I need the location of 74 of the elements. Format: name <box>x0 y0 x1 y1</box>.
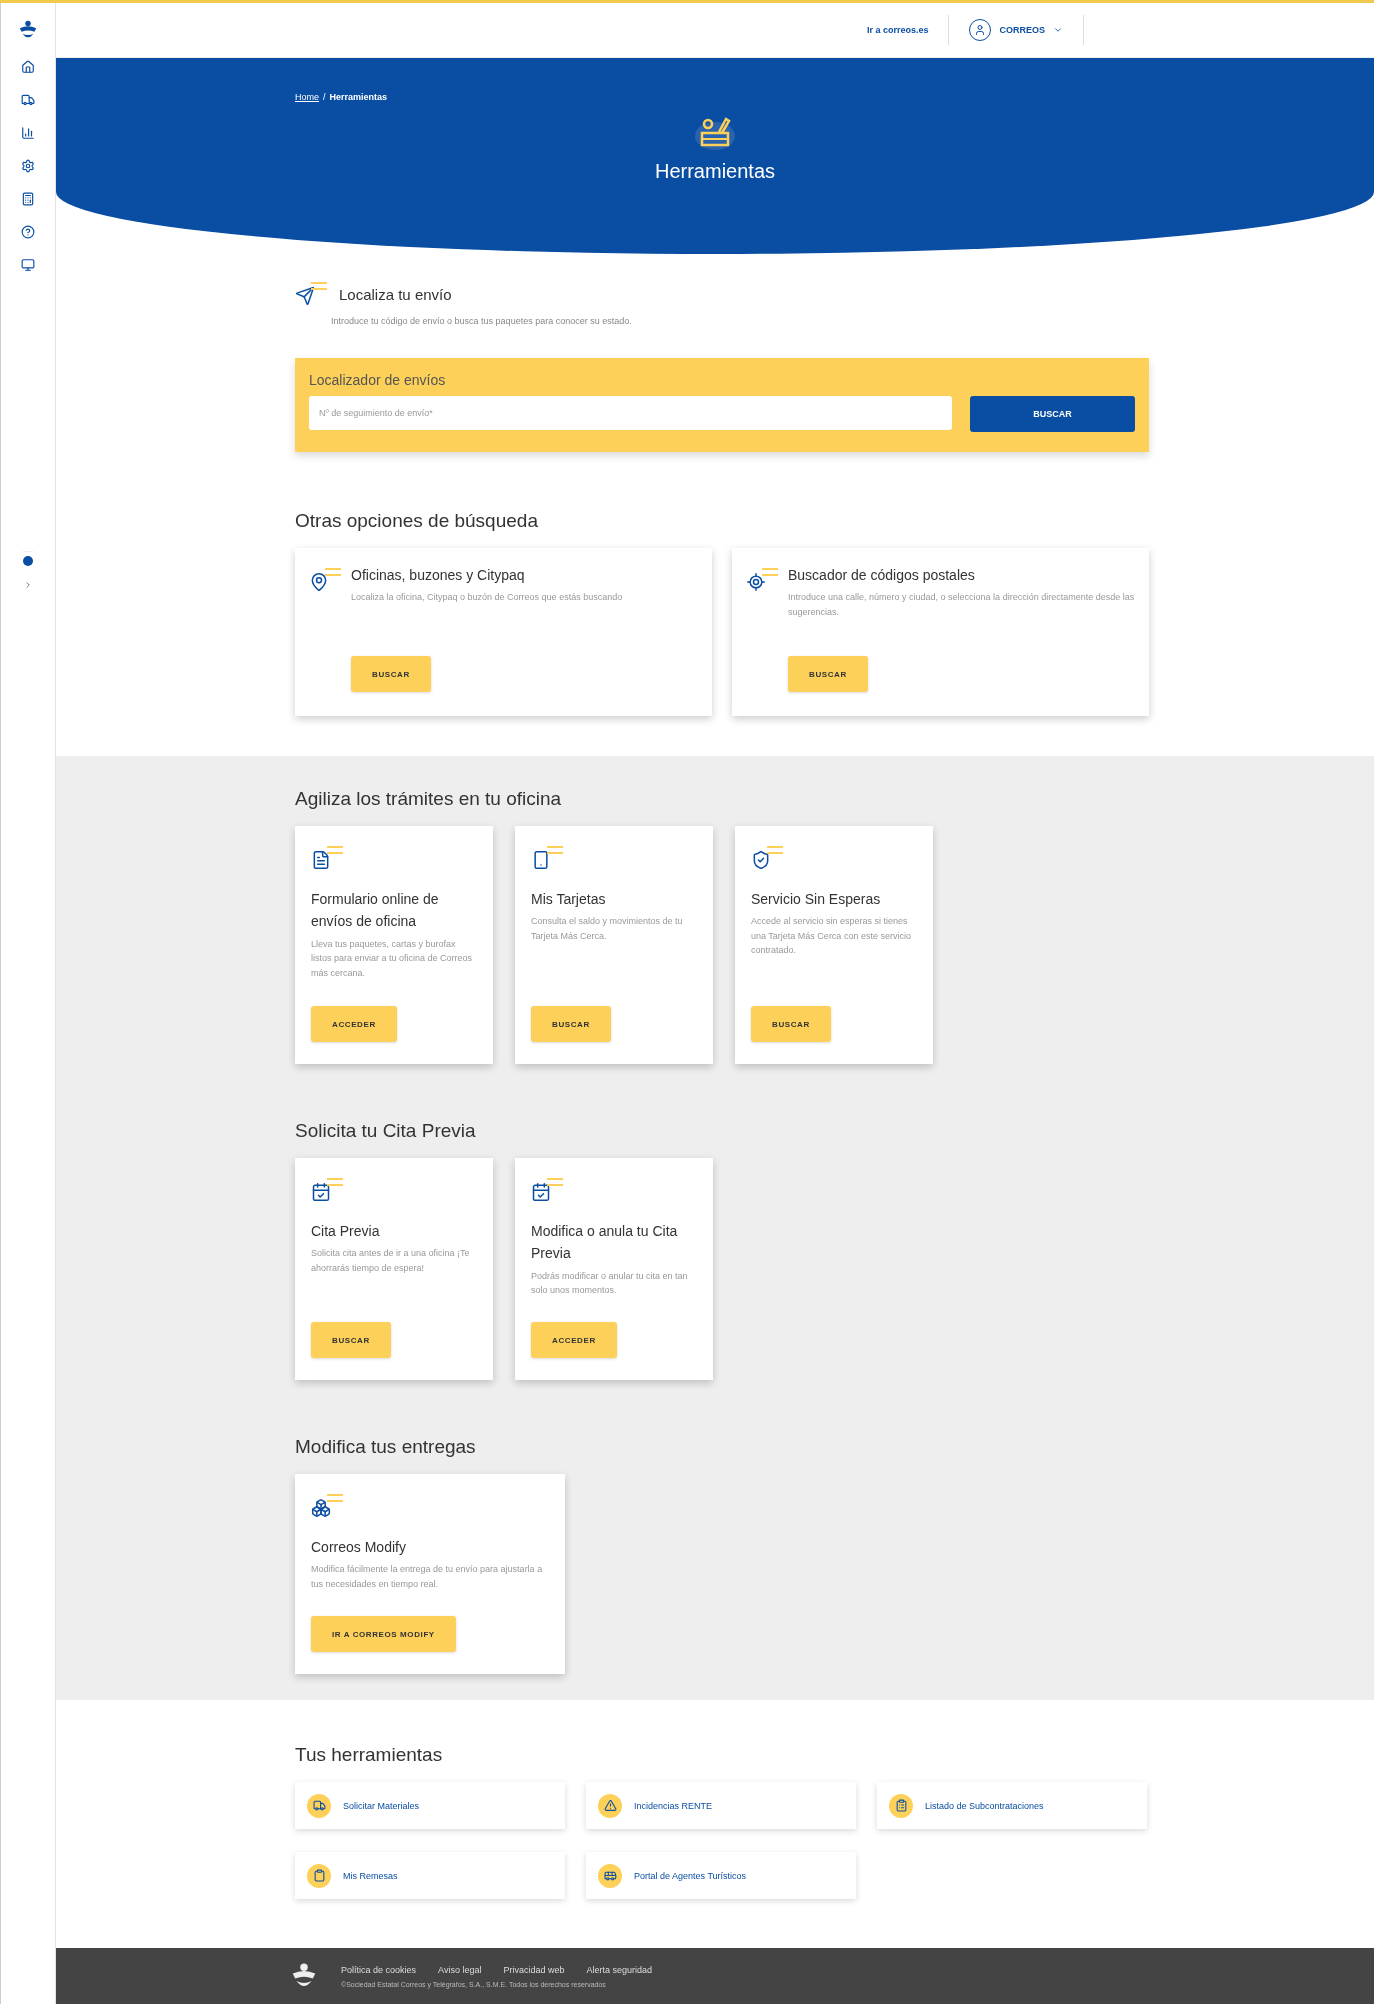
tool-link[interactable]: Solicitar Materiales <box>295 1782 565 1829</box>
card-title: Mis Tarjetas <box>531 890 607 909</box>
tool-link[interactable]: Listado de Subcontrataciones <box>877 1782 1147 1829</box>
section-heading: Otras opciones de búsqueda <box>295 510 539 532</box>
clipboard-icon <box>307 1863 331 1888</box>
document-icon <box>311 846 343 870</box>
section-heading: Solicita tu Cita Previa <box>295 1120 477 1142</box>
card-title: Correos Modify <box>311 1538 407 1557</box>
card-title: Modifica o anula tu Cita Previa <box>531 1222 679 1264</box>
send-icon <box>295 282 327 306</box>
location-target-icon <box>746 568 778 592</box>
card-button[interactable]: ACCEDER <box>311 1006 397 1042</box>
section-heading: Agiliza los trámites en tu oficina <box>295 788 563 810</box>
shield-check-icon <box>751 846 783 870</box>
card-title: Oficinas, buzones y Citypaq <box>351 566 526 585</box>
card-description: Consulta el saldo y movimientos de tu Tarjeta Más Cerca. <box>531 915 684 943</box>
calendar-check-icon <box>311 1178 343 1202</box>
card-description: Solicita cita antes de ir a una oficina ¡Te ahorrarás tiempo de espera! <box>311 1247 471 1275</box>
card-title: Buscador de códigos postales <box>788 566 976 585</box>
card-description: Modifica fácilmente la entrega de tu envío para ajustarla a tus necesidades en tiempo real. <box>311 1563 544 1591</box>
tool-link[interactable]: Portal de Agentes Turísticos <box>586 1852 856 1899</box>
panel-title: Localizador de envíos <box>309 372 447 388</box>
phone-icon <box>531 846 563 870</box>
search-button[interactable]: BUSCAR <box>970 396 1135 432</box>
correos-link[interactable]: Ir a correos.es <box>846 25 949 35</box>
toolbox-icon <box>693 114 737 152</box>
chart-icon[interactable] <box>21 126 35 140</box>
breadcrumb-separator: / <box>323 92 326 102</box>
calculator-icon[interactable] <box>21 192 35 206</box>
card-description: Localiza la oficina, Citypaq o buzón de Correos que estás buscando <box>351 591 624 605</box>
tool-link[interactable]: Mis Remesas <box>295 1852 565 1899</box>
breadcrumb-current-page: Herramientas <box>329 92 388 102</box>
section-heading: Tus herramientas <box>295 1744 444 1766</box>
card-title: Cita Previa <box>311 1222 381 1241</box>
card-button[interactable]: IR A CORREOS MODIFY <box>311 1616 456 1652</box>
truck-icon[interactable] <box>21 93 35 107</box>
footer-link[interactable]: Privacidad web <box>503 1964 565 1975</box>
card-button[interactable]: BUSCAR <box>311 1322 391 1358</box>
chevron-down-icon <box>1053 25 1063 35</box>
card-button[interactable]: BUSCAR <box>751 1006 831 1042</box>
breadcrumb-link[interactable]: Home <box>295 92 319 102</box>
monitor-icon[interactable] <box>21 258 35 272</box>
tool-link[interactable]: Incidencias RENTE <box>586 1782 856 1829</box>
footer-link[interactable]: Alerta seguridad <box>586 1964 652 1975</box>
calendar-check-icon <box>531 1178 563 1202</box>
card-description: Accede al servicio sin esperas si tienes una Tarjeta Más Cerca con este servicio contratado. <box>751 915 912 958</box>
bus-icon <box>598 1863 622 1888</box>
map-pin-icon <box>309 568 341 592</box>
card-description: Introduce una calle, número y ciudad, o selecciona la dirección directamente desde las sugerencias. <box>788 591 1135 619</box>
home-icon[interactable] <box>21 60 35 74</box>
expand-icon[interactable] <box>23 580 33 590</box>
footer-link[interactable]: Aviso legal <box>438 1964 482 1975</box>
section-description: Introduce tu código de envío o busca tus paquetes para conocer su estado. <box>331 316 633 326</box>
footer-link[interactable]: Política de cookies <box>341 1964 417 1975</box>
boxes-icon <box>311 1494 343 1518</box>
card-button[interactable]: BUSCAR <box>788 656 868 692</box>
help-icon[interactable] <box>21 225 35 239</box>
settings-icon[interactable] <box>21 159 35 173</box>
section-heading: Modifica tus entregas <box>295 1436 477 1458</box>
card-description: Podrás modificar o anular tu cita en tan solo unos momentos. <box>531 1269 689 1298</box>
truck-icon <box>307 1793 331 1818</box>
page-title: Herramientas <box>654 160 775 183</box>
tracking-number-field[interactable]: Nº de seguimiento de envío* <box>309 396 952 430</box>
card-title: Servicio Sin Esperas <box>751 890 882 909</box>
card-button[interactable]: BUSCAR <box>531 1006 611 1042</box>
warning-icon <box>598 1793 622 1818</box>
clipboard-icon <box>889 1793 913 1818</box>
dot-icon <box>23 556 33 566</box>
card-description: Lleva tus paquetes, cartas y burofax listos para enviar a tu oficina de Correos más cercana. <box>311 937 474 980</box>
card-button[interactable]: BUSCAR <box>351 656 431 692</box>
user-menu[interactable]: CORREOS <box>948 15 1084 45</box>
section-title: Localiza tu envío <box>339 285 452 303</box>
card-title: Formulario online de envíos de oficina <box>311 890 440 932</box>
card-button[interactable]: ACCEDER <box>531 1322 617 1358</box>
